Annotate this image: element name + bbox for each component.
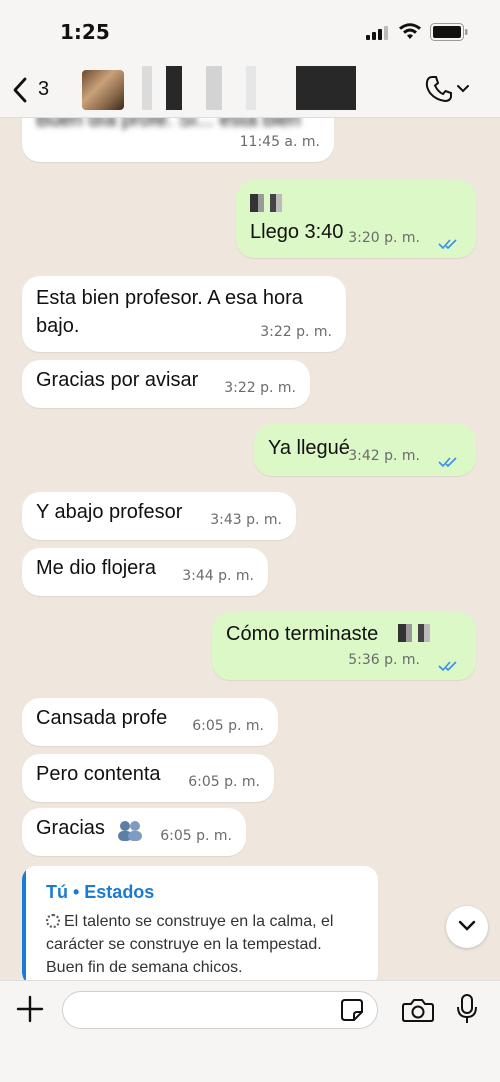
plus-icon[interactable] [16, 995, 44, 1023]
status-bar: 1:25 [0, 0, 500, 62]
double-check-icon [438, 239, 457, 250]
message-text: Y abajo profesor [36, 501, 183, 523]
message-outgoing[interactable]: Llego 3:40 3:20 p. m. [236, 180, 476, 258]
microphone-icon[interactable] [456, 993, 478, 1025]
back-chevron-icon[interactable] [10, 76, 30, 104]
chat-header: 3 [0, 62, 500, 118]
message-incoming[interactable]: Esta bien profesor. A esa hora bajo. 3:2… [22, 276, 346, 352]
message-outgoing[interactable]: Cómo terminaste 5:36 p. m. [212, 612, 476, 680]
chevron-down-icon [458, 920, 476, 931]
phone-icon[interactable] [424, 74, 454, 104]
scroll-down-button[interactable] [446, 906, 488, 948]
status-time: 1:25 [60, 20, 110, 44]
message-time: 6:05 p. m. [192, 718, 264, 734]
message-incoming[interactable]: Y abajo profesor 3:43 p. m. [22, 492, 296, 540]
chevron-down-icon[interactable] [456, 84, 470, 94]
message-incoming[interactable]: Gracias por avisar 3:22 p. m. [22, 360, 310, 408]
message-time: 3:42 p. m. [348, 448, 420, 464]
message-incoming[interactable]: Buen día profe. Sí... está bien 11:45 a.… [22, 118, 334, 162]
composer-bar [0, 980, 500, 1082]
message-incoming[interactable]: Cansada profe 6:05 p. m. [22, 698, 278, 746]
message-text: Pero contenta [36, 763, 161, 785]
quote-accent-bar [22, 866, 26, 980]
message-time: 3:20 p. m. [348, 230, 420, 246]
camera-icon[interactable] [402, 997, 434, 1023]
message-text: Me dio flojera [36, 557, 157, 579]
message-incoming[interactable]: Gracias 6:05 p. m. [22, 808, 246, 856]
people-emoji-icon [118, 821, 142, 841]
message-time: 3:44 p. m. [182, 568, 254, 584]
message-time: 3:43 p. m. [210, 512, 282, 528]
sticker-icon[interactable] [340, 998, 364, 1022]
message-text: Ya llegué [268, 437, 350, 459]
message-text: Llego 3:40 [250, 221, 344, 243]
message-outgoing[interactable]: Ya llegué 3:42 p. m. [254, 424, 476, 476]
message-time: 6:05 p. m. [188, 774, 260, 790]
message-text: Gracias por avisar [36, 369, 199, 391]
status-ring-icon [46, 914, 60, 928]
message-text: Gracias [36, 817, 105, 839]
message-text: Cansada profe [36, 707, 168, 729]
message-time: 5:36 p. m. [348, 652, 420, 668]
message-list[interactable]: Buen día profe. Sí... está bien 11:45 a.… [0, 118, 500, 980]
quote-header: Tú • Estados [46, 882, 155, 902]
message-time: 3:22 p. m. [224, 380, 296, 396]
status-reply-card[interactable]: Tú • Estados El talento se construye en … [22, 866, 378, 980]
unread-count[interactable]: 3 [38, 78, 49, 101]
message-text: Cómo terminaste [226, 623, 379, 645]
quote-text-container: El talento se construye en la calma, el … [46, 910, 362, 979]
wifi-icon [399, 23, 421, 39]
message-input[interactable] [62, 991, 378, 1029]
contact-name-redacted[interactable] [136, 66, 366, 110]
message-time: 3:22 p. m. [260, 324, 332, 340]
message-time: 6:05 p. m. [160, 828, 232, 844]
message-time: 11:45 a. m. [239, 134, 320, 150]
quote-text: El talento se construye en la calma, el … [46, 913, 334, 976]
redacted-text [250, 194, 306, 212]
message-incoming[interactable]: Pero contenta 6:05 p. m. [22, 754, 274, 802]
message-incoming[interactable]: Me dio flojera 3:44 p. m. [22, 548, 268, 596]
signal-icon [366, 26, 388, 40]
battery-icon [430, 23, 468, 41]
redacted-text [398, 624, 464, 642]
contact-avatar[interactable] [82, 70, 124, 110]
double-check-icon [438, 661, 457, 672]
double-check-icon [438, 457, 457, 468]
